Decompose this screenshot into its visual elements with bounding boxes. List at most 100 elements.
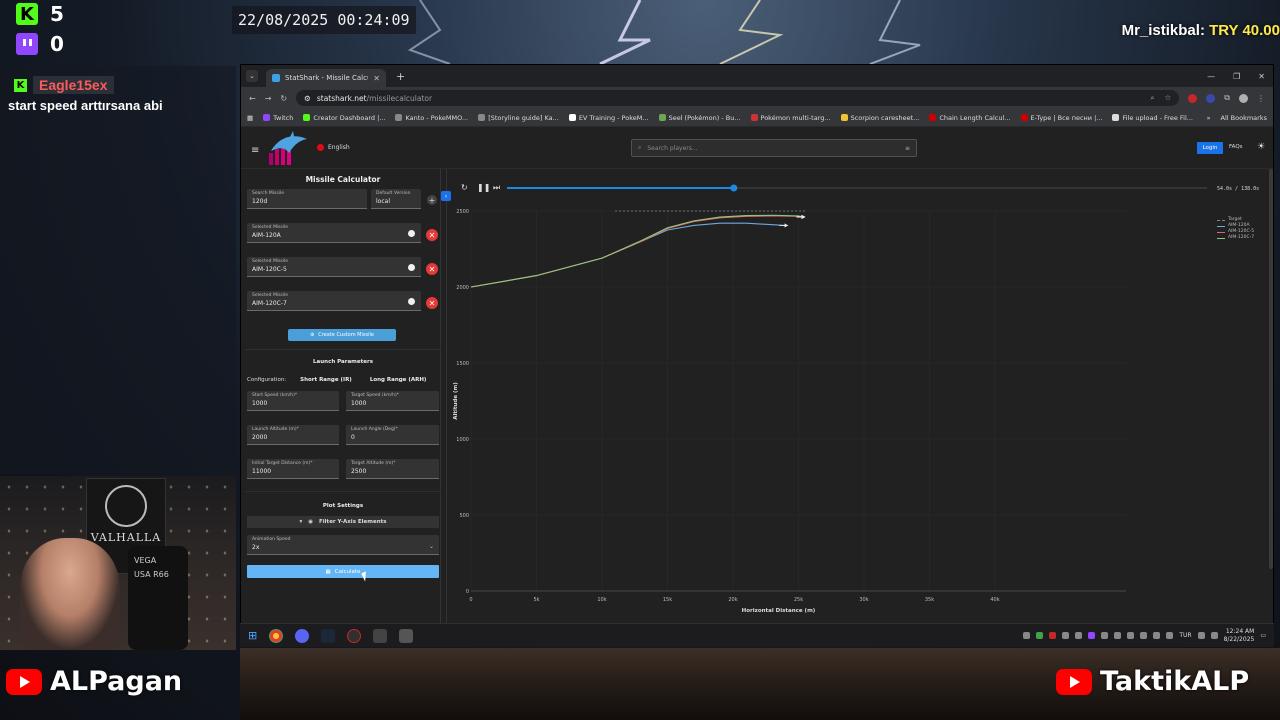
add-missile-icon[interactable]: + — [427, 195, 437, 205]
youtube-channel-right: TaktikALP — [1100, 666, 1250, 697]
back-icon[interactable]: ← — [249, 94, 256, 103]
login-button[interactable]: Login — [1197, 142, 1223, 154]
language-selector[interactable]: English — [317, 144, 350, 151]
filter-icon[interactable]: ≡ — [905, 145, 910, 152]
target-speed-field[interactable]: Target Speed (km/h)* 1000 — [346, 391, 439, 411]
bookmark-item[interactable]: EV Training - PokeM... — [568, 114, 649, 122]
close-window-icon[interactable]: ✕ — [1258, 72, 1265, 81]
launch-angle-field[interactable]: Launch Angle (Deg)* 0 — [346, 425, 439, 445]
replay-icon[interactable]: ↻ — [461, 183, 468, 192]
bookmark-item[interactable]: Seel (Pokémon) - Bu... — [658, 114, 741, 122]
filter-y-axis-toggle[interactable]: ▾ ◉ Filter Y-Axis Elements — [247, 516, 439, 528]
menu-kebab-icon[interactable]: ⋮ — [1257, 94, 1265, 103]
site-info-icon[interactable]: ⚙ — [304, 94, 311, 103]
discord-icon[interactable] — [295, 628, 310, 643]
forward-icon[interactable]: → — [265, 94, 272, 103]
tray-icon[interactable] — [1114, 632, 1122, 639]
bookmark-item[interactable]: E-Type | Все песни |... — [1020, 114, 1102, 122]
missile-color-dot[interactable] — [408, 230, 415, 237]
initial-target-distance-field[interactable]: Initial Target Distance (m)* 11000 — [247, 459, 339, 479]
bookmark-item[interactable]: Chain Length Calcul... — [929, 114, 1011, 122]
default-version-select[interactable]: Default Version local — [371, 189, 421, 209]
selected-missile-field[interactable]: Selected Missile AIM-120A — [247, 223, 421, 243]
collapse-panel-icon[interactable]: ‹ — [441, 191, 451, 201]
search-placeholder: Search players... — [647, 144, 698, 152]
player-search-input[interactable]: ⌕ Search players... ≡ — [631, 139, 917, 157]
faqs-link[interactable]: FAQs — [1229, 144, 1243, 150]
tray-icon[interactable] — [1049, 632, 1057, 639]
page-scrollbar[interactable] — [1269, 169, 1273, 569]
apps-grid-icon[interactable]: ▦ — [247, 114, 253, 122]
launch-altitude-field[interactable]: Launch Altitude (m)* 2000 — [247, 425, 339, 445]
tray-icon[interactable] — [1140, 632, 1148, 639]
zoom-icon[interactable]: ⌕ — [1150, 93, 1154, 103]
url-field[interactable]: ⚙ statshark.net/missilecalculator ⌕ ☆ — [296, 90, 1180, 106]
statshark-logo[interactable] — [267, 131, 309, 167]
bookmark-item[interactable]: File upload - Free Fil... — [1112, 114, 1193, 122]
minimize-icon[interactable]: — — [1207, 72, 1215, 81]
skip-forward-icon[interactable]: ⏭ — [493, 183, 500, 193]
tray-icon[interactable] — [1166, 632, 1174, 639]
new-tab-button[interactable]: + — [396, 70, 405, 83]
all-bookmarks-folder[interactable]: All Bookmarks — [1221, 114, 1267, 122]
tray-icon[interactable] — [1062, 632, 1070, 639]
tray-icon[interactable] — [1101, 632, 1109, 639]
steam-icon[interactable] — [321, 628, 336, 643]
target-altitude-field[interactable]: Target Altitude (m)* 2500 — [346, 459, 439, 479]
bookmark-star-icon[interactable]: ☆ — [1165, 93, 1172, 103]
remove-missile-icon[interactable]: ✕ — [426, 229, 438, 241]
input-language[interactable]: TUR — [1179, 632, 1191, 639]
obs-icon[interactable] — [347, 628, 362, 643]
tray-icon[interactable] — [1036, 632, 1044, 639]
legend-item[interactable]: AIM-120C-7 — [1217, 235, 1254, 241]
tray-icon[interactable] — [1127, 632, 1135, 639]
missile-color-dot[interactable] — [408, 264, 415, 271]
tray-icon[interactable] — [1023, 632, 1031, 639]
app-icon[interactable] — [373, 628, 388, 643]
network-icon[interactable] — [1197, 632, 1205, 639]
chevron-right-icon[interactable]: » — [1207, 114, 1211, 122]
tray-icon[interactable] — [1075, 632, 1083, 639]
remove-missile-icon[interactable]: ✕ — [426, 297, 438, 309]
remove-missile-icon[interactable]: ✕ — [426, 263, 438, 275]
tray-icon[interactable] — [1088, 632, 1096, 639]
restore-icon[interactable]: ❐ — [1233, 72, 1240, 81]
theme-toggle-icon[interactable]: ☀ — [1257, 142, 1265, 152]
notifications-icon[interactable]: ▭ — [1260, 632, 1266, 639]
hamburger-menu-icon[interactable]: ≡ — [251, 145, 259, 156]
bookmark-item[interactable]: Kanto - PokeMMO... — [395, 114, 468, 122]
bookmark-item[interactable]: Creator Dashboard |... — [303, 114, 385, 122]
taskbar-clock[interactable]: 12:24 AM 8/22/2025 — [1224, 628, 1255, 644]
close-tab-icon[interactable]: ✕ — [373, 74, 380, 83]
app-icon[interactable] — [399, 628, 414, 643]
chrome-icon[interactable] — [269, 628, 284, 643]
active-tab[interactable]: StatShark - Missile Calculator ✕ — [266, 69, 386, 87]
search-missile-field[interactable]: Search Missile 120d — [247, 189, 367, 209]
reload-icon[interactable]: ↻ — [280, 94, 287, 103]
create-custom-missile-button[interactable]: ⊕ Create Custom Missile — [288, 329, 396, 341]
bookmark-item[interactable]: [Storyline guide] Ka... — [478, 114, 559, 122]
bookmark-item[interactable]: Scorpion caresheet... — [840, 114, 919, 122]
animation-progress-slider[interactable] — [507, 184, 1207, 192]
extension-icon[interactable] — [1188, 93, 1198, 103]
calculate-button[interactable]: ▦ Calculate — [247, 565, 439, 578]
profile-avatar-icon[interactable] — [1239, 93, 1248, 103]
extension-icon[interactable] — [1206, 93, 1216, 103]
tab-search-button[interactable]: ⌄ — [246, 70, 258, 82]
progress-handle[interactable] — [730, 184, 738, 192]
pause-icon[interactable]: ❚❚ — [477, 183, 490, 192]
bookmark-item[interactable]: Pokémon multi-targ... — [750, 113, 831, 122]
animation-speed-select[interactable]: Animation Speed 2x ⌄ — [247, 535, 439, 555]
long-range-option[interactable]: Long Range (ARH) — [366, 374, 431, 386]
tray-icon[interactable] — [1153, 632, 1161, 639]
volume-icon[interactable] — [1210, 632, 1218, 639]
selected-missile-field[interactable]: Selected Missile AIM-120C-5 — [247, 257, 421, 277]
short-range-option[interactable]: Short Range (IR) — [296, 374, 356, 386]
bookmark-label: Pokémon multi-targ... — [760, 113, 831, 122]
start-speed-field[interactable]: Start Speed (km/h)* 1000 — [247, 391, 339, 411]
extensions-puzzle-icon[interactable]: ⧉ — [1224, 93, 1230, 103]
windows-start-icon[interactable]: ⊞ — [248, 629, 257, 642]
bookmark-item[interactable]: Twitch — [263, 114, 293, 122]
selected-missile-field[interactable]: Selected Missile AIM-120C-7 — [247, 291, 421, 311]
missile-color-dot[interactable] — [408, 298, 415, 305]
